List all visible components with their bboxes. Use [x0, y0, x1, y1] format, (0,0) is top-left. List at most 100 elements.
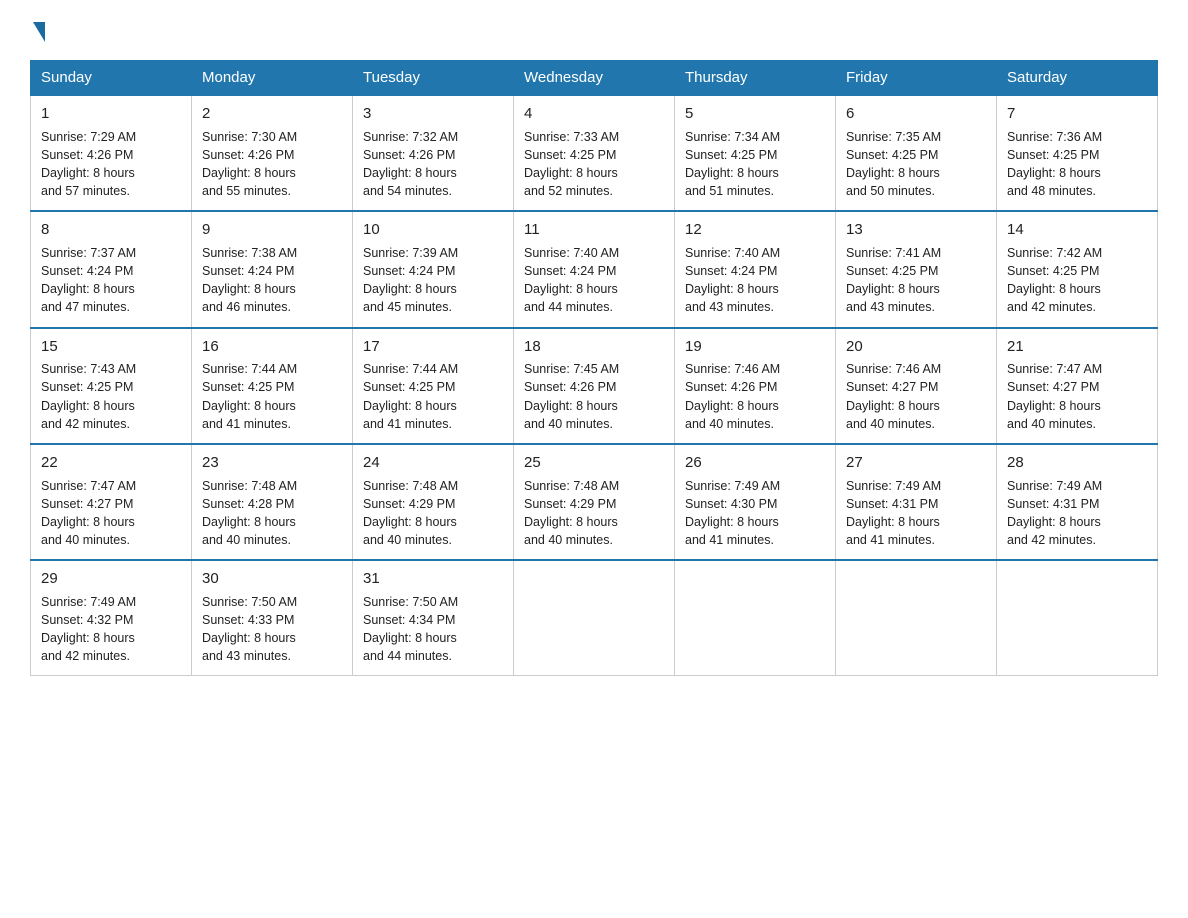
calendar-cell	[514, 560, 675, 676]
day-info: Sunrise: 7:46 AMSunset: 4:26 PMDaylight:…	[685, 362, 780, 430]
day-info: Sunrise: 7:29 AMSunset: 4:26 PMDaylight:…	[41, 130, 136, 198]
calendar-cell: 18Sunrise: 7:45 AMSunset: 4:26 PMDayligh…	[514, 328, 675, 444]
calendar-header-row: SundayMondayTuesdayWednesdayThursdayFrid…	[31, 61, 1158, 96]
calendar-cell: 30 Sunrise: 7:50 AMSunset: 4:33 PMDayligh…	[192, 560, 353, 676]
day-info: Sunrise: 7:47 AMSunset: 4:27 PMDaylight:…	[1007, 362, 1102, 430]
day-number: 4	[524, 103, 664, 125]
calendar-week-row: 29 Sunrise: 7:49 AMSunset: 4:32 PMDayligh…	[31, 560, 1158, 676]
calendar-cell: 10 Sunrise: 7:39 AMSunset: 4:24 PMDayligh…	[353, 211, 514, 327]
calendar-cell: 26 Sunrise: 7:49 AMSunset: 4:30 PMDayligh…	[675, 444, 836, 560]
day-info: Sunrise: 7:40 AMSunset: 4:24 PMDaylight:…	[524, 246, 619, 314]
calendar-cell	[675, 560, 836, 676]
day-info: Sunrise: 7:33 AMSunset: 4:25 PMDaylight:…	[524, 130, 619, 198]
day-number: 30	[202, 568, 342, 590]
day-info: Sunrise: 7:39 AMSunset: 4:24 PMDaylight:…	[363, 246, 458, 314]
day-number: 17	[363, 336, 503, 358]
calendar-cell: 17Sunrise: 7:44 AMSunset: 4:25 PMDayligh…	[353, 328, 514, 444]
calendar-cell: 9 Sunrise: 7:38 AMSunset: 4:24 PMDaylight…	[192, 211, 353, 327]
calendar-cell: 11 Sunrise: 7:40 AMSunset: 4:24 PMDayligh…	[514, 211, 675, 327]
day-number: 9	[202, 219, 342, 241]
day-number: 24	[363, 452, 503, 474]
calendar-cell: 23 Sunrise: 7:48 AMSunset: 4:28 PMDayligh…	[192, 444, 353, 560]
calendar-cell: 4 Sunrise: 7:33 AMSunset: 4:25 PMDaylight…	[514, 95, 675, 211]
day-number: 19	[685, 336, 825, 358]
calendar-cell: 15Sunrise: 7:43 AMSunset: 4:25 PMDayligh…	[31, 328, 192, 444]
calendar-cell: 20Sunrise: 7:46 AMSunset: 4:27 PMDayligh…	[836, 328, 997, 444]
calendar-cell: 2Sunrise: 7:30 AMSunset: 4:26 PMDaylight…	[192, 95, 353, 211]
calendar-cell: 8 Sunrise: 7:37 AMSunset: 4:24 PMDaylight…	[31, 211, 192, 327]
calendar-cell: 14Sunrise: 7:42 AMSunset: 4:25 PMDayligh…	[997, 211, 1158, 327]
day-number: 25	[524, 452, 664, 474]
calendar-week-row: 22 Sunrise: 7:47 AMSunset: 4:27 PMDayligh…	[31, 444, 1158, 560]
calendar-cell: 16Sunrise: 7:44 AMSunset: 4:25 PMDayligh…	[192, 328, 353, 444]
calendar-cell: 1 Sunrise: 7:29 AMSunset: 4:26 PMDaylight…	[31, 95, 192, 211]
calendar-cell: 24 Sunrise: 7:48 AMSunset: 4:29 PMDayligh…	[353, 444, 514, 560]
day-info: Sunrise: 7:50 AMSunset: 4:33 PMDaylight:…	[202, 595, 297, 663]
day-info: Sunrise: 7:40 AMSunset: 4:24 PMDaylight:…	[685, 246, 780, 314]
page-header	[30, 20, 1158, 42]
calendar-header-friday: Friday	[836, 61, 997, 96]
day-info: Sunrise: 7:49 AMSunset: 4:31 PMDaylight:…	[846, 479, 941, 547]
calendar-header-thursday: Thursday	[675, 61, 836, 96]
day-number: 22	[41, 452, 181, 474]
day-number: 16	[202, 336, 342, 358]
calendar-header-saturday: Saturday	[997, 61, 1158, 96]
calendar-cell: 19 Sunrise: 7:46 AMSunset: 4:26 PMDayligh…	[675, 328, 836, 444]
day-number: 21	[1007, 336, 1147, 358]
calendar-header-wednesday: Wednesday	[514, 61, 675, 96]
day-info: Sunrise: 7:46 AMSunset: 4:27 PMDaylight:…	[846, 362, 941, 430]
day-info: Sunrise: 7:47 AMSunset: 4:27 PMDaylight:…	[41, 479, 136, 547]
calendar-cell: 6Sunrise: 7:35 AMSunset: 4:25 PMDaylight…	[836, 95, 997, 211]
day-number: 11	[524, 219, 664, 241]
calendar-cell	[997, 560, 1158, 676]
day-info: Sunrise: 7:37 AMSunset: 4:24 PMDaylight:…	[41, 246, 136, 314]
day-info: Sunrise: 7:48 AMSunset: 4:28 PMDaylight:…	[202, 479, 297, 547]
day-number: 23	[202, 452, 342, 474]
calendar-week-row: 1 Sunrise: 7:29 AMSunset: 4:26 PMDaylight…	[31, 95, 1158, 211]
calendar-header-monday: Monday	[192, 61, 353, 96]
calendar-cell: 27 Sunrise: 7:49 AMSunset: 4:31 PMDayligh…	[836, 444, 997, 560]
calendar-cell: 22 Sunrise: 7:47 AMSunset: 4:27 PMDayligh…	[31, 444, 192, 560]
day-info: Sunrise: 7:49 AMSunset: 4:30 PMDaylight:…	[685, 479, 780, 547]
day-info: Sunrise: 7:43 AMSunset: 4:25 PMDaylight:…	[41, 362, 136, 430]
calendar-cell: 7 Sunrise: 7:36 AMSunset: 4:25 PMDaylight…	[997, 95, 1158, 211]
day-number: 13	[846, 219, 986, 241]
calendar-header-sunday: Sunday	[31, 61, 192, 96]
day-info: Sunrise: 7:38 AMSunset: 4:24 PMDaylight:…	[202, 246, 297, 314]
day-number: 7	[1007, 103, 1147, 125]
calendar-week-row: 15Sunrise: 7:43 AMSunset: 4:25 PMDayligh…	[31, 328, 1158, 444]
day-number: 14	[1007, 219, 1147, 241]
day-number: 26	[685, 452, 825, 474]
calendar-cell: 21 Sunrise: 7:47 AMSunset: 4:27 PMDayligh…	[997, 328, 1158, 444]
day-number: 12	[685, 219, 825, 241]
day-number: 27	[846, 452, 986, 474]
day-number: 18	[524, 336, 664, 358]
day-number: 8	[41, 219, 181, 241]
day-info: Sunrise: 7:34 AMSunset: 4:25 PMDaylight:…	[685, 130, 780, 198]
day-number: 5	[685, 103, 825, 125]
day-info: Sunrise: 7:41 AMSunset: 4:25 PMDaylight:…	[846, 246, 941, 314]
day-info: Sunrise: 7:35 AMSunset: 4:25 PMDaylight:…	[846, 130, 941, 198]
calendar-cell: 29 Sunrise: 7:49 AMSunset: 4:32 PMDayligh…	[31, 560, 192, 676]
calendar-header-tuesday: Tuesday	[353, 61, 514, 96]
logo	[30, 20, 45, 42]
calendar-cell: 31 Sunrise: 7:50 AMSunset: 4:34 PMDayligh…	[353, 560, 514, 676]
day-info: Sunrise: 7:32 AMSunset: 4:26 PMDaylight:…	[363, 130, 458, 198]
day-info: Sunrise: 7:49 AMSunset: 4:32 PMDaylight:…	[41, 595, 136, 663]
day-info: Sunrise: 7:36 AMSunset: 4:25 PMDaylight:…	[1007, 130, 1102, 198]
day-number: 28	[1007, 452, 1147, 474]
day-number: 29	[41, 568, 181, 590]
calendar-cell: 12 Sunrise: 7:40 AMSunset: 4:24 PMDayligh…	[675, 211, 836, 327]
day-number: 2	[202, 103, 342, 125]
day-info: Sunrise: 7:48 AMSunset: 4:29 PMDaylight:…	[363, 479, 458, 547]
calendar-cell: 5 Sunrise: 7:34 AMSunset: 4:25 PMDaylight…	[675, 95, 836, 211]
day-info: Sunrise: 7:48 AMSunset: 4:29 PMDaylight:…	[524, 479, 619, 547]
day-number: 31	[363, 568, 503, 590]
day-number: 1	[41, 103, 181, 125]
calendar-cell: 3Sunrise: 7:32 AMSunset: 4:26 PMDaylight…	[353, 95, 514, 211]
day-info: Sunrise: 7:50 AMSunset: 4:34 PMDaylight:…	[363, 595, 458, 663]
calendar-week-row: 8 Sunrise: 7:37 AMSunset: 4:24 PMDaylight…	[31, 211, 1158, 327]
day-info: Sunrise: 7:49 AMSunset: 4:31 PMDaylight:…	[1007, 479, 1102, 547]
calendar-cell: 13 Sunrise: 7:41 AMSunset: 4:25 PMDayligh…	[836, 211, 997, 327]
day-number: 10	[363, 219, 503, 241]
